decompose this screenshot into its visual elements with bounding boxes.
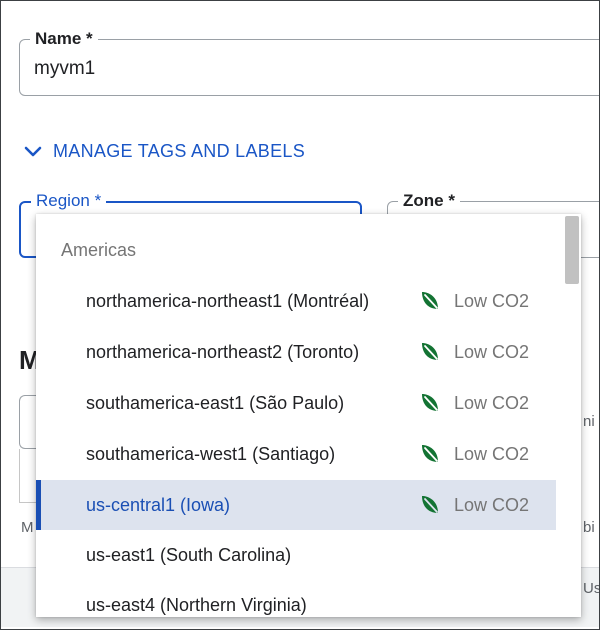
region-option[interactable]: northamerica-northeast1 (Montréal) Low C… (36, 276, 556, 326)
vm-create-form: Name * myvm1 MANAGE TAGS AND LABELS Regi… (0, 0, 600, 630)
low-co2-badge: Low CO2 (454, 392, 530, 413)
region-field-label: Region * (31, 191, 107, 211)
region-option-selected[interactable]: us-central1 (Iowa) Low CO2 (36, 480, 556, 530)
background-right-fragment-3: Us (583, 580, 600, 597)
region-dropdown-list[interactable]: Americas northamerica-northeast1 (Montré… (36, 214, 581, 617)
leaf-icon (422, 445, 438, 462)
dropdown-scrollbar-thumb[interactable] (565, 216, 579, 284)
region-option[interactable]: southamerica-west1 (Santiago) Low CO2 (36, 429, 556, 479)
region-option-label: northamerica-northeast1 (Montréal) (86, 290, 370, 311)
name-field-value[interactable]: myvm1 (34, 58, 95, 80)
region-option-label: southamerica-west1 (Santiago) (86, 443, 336, 464)
background-right-fragment-1: ni (583, 413, 595, 430)
chevron-down-icon (24, 146, 42, 156)
leaf-icon (422, 292, 438, 309)
leaf-icon (422, 496, 438, 513)
region-option-label: northamerica-northeast2 (Toronto) (86, 341, 360, 362)
group-header-americas: Americas (61, 240, 137, 260)
region-option[interactable]: northamerica-northeast2 (Toronto) Low CO… (36, 327, 556, 377)
zone-field-label: Zone * (398, 191, 460, 211)
manage-tags-and-labels-link[interactable]: MANAGE TAGS AND LABELS (23, 141, 305, 162)
leaf-icon (422, 394, 438, 411)
leaf-icon (422, 343, 438, 360)
region-option[interactable]: us-east4 (Northern Virginia) (36, 580, 556, 617)
manage-tags-label: MANAGE TAGS AND LABELS (53, 141, 306, 161)
low-co2-badge: Low CO2 (454, 494, 530, 515)
low-co2-badge: Low CO2 (454, 341, 530, 362)
region-option-label: us-central1 (Iowa) (86, 494, 231, 515)
low-co2-badge: Low CO2 (454, 443, 530, 464)
region-option-label: us-east1 (South Carolina) (86, 544, 292, 565)
background-right-fragment-2: bi (583, 519, 595, 536)
region-option-label: southamerica-east1 (São Paulo) (86, 392, 345, 413)
region-option[interactable]: southamerica-east1 (São Paulo) Low CO2 (36, 378, 556, 428)
low-co2-badge: Low CO2 (454, 290, 530, 311)
background-text-fragment: M (21, 519, 34, 536)
region-option[interactable]: us-east1 (South Carolina) (36, 530, 556, 580)
name-field-label: Name * (30, 29, 98, 49)
name-field[interactable]: Name * myvm1 (19, 29, 599, 96)
region-option-label: us-east4 (Northern Virginia) (86, 594, 307, 615)
